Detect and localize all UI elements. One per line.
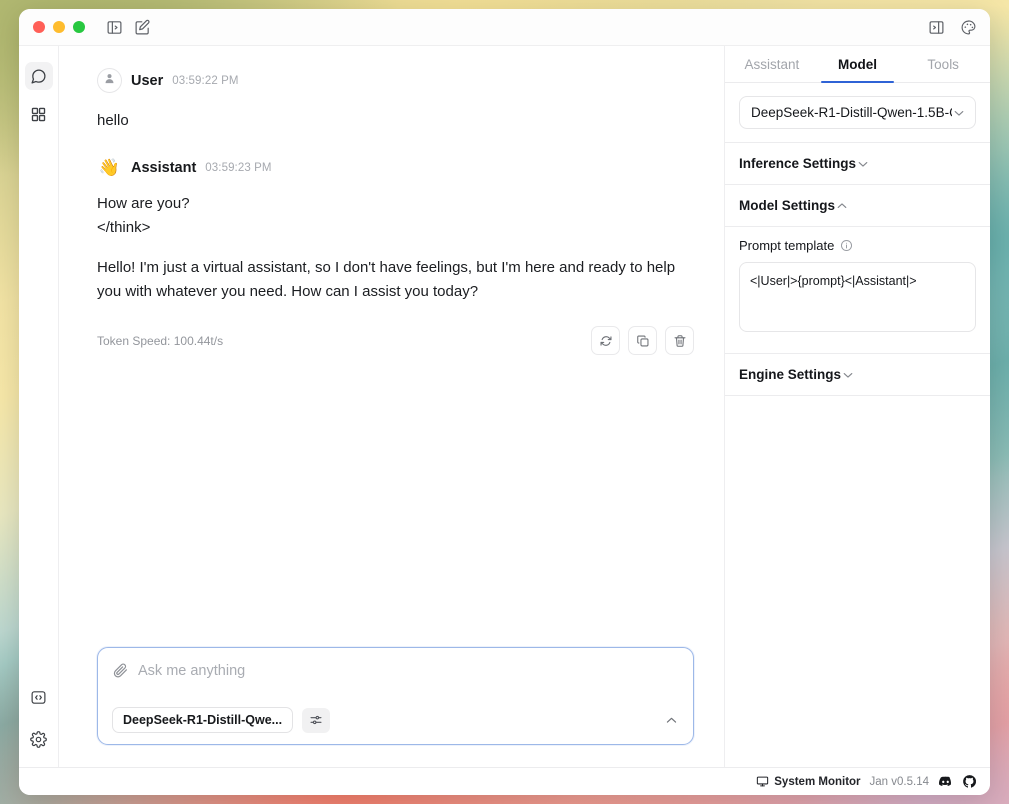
waving-hand-emoji-icon: 👋: [97, 159, 122, 176]
discord-icon[interactable]: [938, 774, 953, 789]
desktop-background: User 03:59:22 PM hello 👋 Assistant 03:59…: [0, 0, 1009, 804]
chevron-down-icon: [841, 368, 855, 382]
titlebar-right-icons: [928, 19, 977, 36]
composer-model-chip[interactable]: DeepSeek-R1-Distill-Qwe...: [112, 707, 293, 733]
sidebar-item-settings[interactable]: [25, 725, 53, 753]
message-author: User: [131, 73, 163, 89]
prompt-template-label: Prompt template: [739, 238, 834, 253]
info-circle-icon[interactable]: [840, 239, 853, 252]
close-window-button[interactable]: [33, 21, 45, 33]
user-avatar-icon: [103, 72, 116, 90]
minimize-window-button[interactable]: [53, 21, 65, 33]
sidebar-item-hub[interactable]: [25, 100, 53, 128]
sidebar-item-local-api-server[interactable]: [25, 683, 53, 711]
message-header: 👋 Assistant 03:59:23 PM: [97, 159, 694, 176]
toggle-left-panel-icon[interactable]: [106, 19, 123, 36]
left-sidebar-rail: [19, 46, 59, 767]
theme-palette-icon[interactable]: [960, 19, 977, 36]
code-brackets-icon: [30, 689, 47, 706]
message-timestamp: 03:59:23 PM: [205, 162, 271, 174]
message-footer: Token Speed: 100.44t/s: [97, 326, 694, 355]
right-panel: Assistant Model Tools DeepSeek-R1-Distil…: [725, 46, 990, 767]
thinking-close-tag: </think>: [97, 216, 694, 240]
gear-icon: [30, 731, 47, 748]
app-version-label: Jan v0.5.14: [870, 776, 929, 788]
system-monitor-label: System Monitor: [774, 776, 860, 788]
paperclip-icon[interactable]: [112, 662, 129, 679]
accordion-model-settings[interactable]: Model Settings: [725, 185, 990, 227]
sidebar-bottom-group: [25, 683, 53, 753]
tab-tools[interactable]: Tools: [900, 46, 986, 82]
avatar: [97, 68, 122, 93]
composer-settings-button[interactable]: [302, 708, 330, 733]
composer-toolbar: DeepSeek-R1-Distill-Qwe...: [112, 707, 679, 733]
sidebar-item-chat[interactable]: [25, 62, 53, 90]
chevron-down-icon: [856, 157, 870, 171]
model-select-section: DeepSeek-R1-Distill-Qwen-1.5B-C: [725, 83, 990, 143]
maximize-window-button[interactable]: [73, 21, 85, 33]
prompt-template-textarea[interactable]: [739, 262, 976, 332]
system-monitor-button[interactable]: System Monitor: [756, 775, 860, 788]
status-bar-right: System Monitor Jan v0.5.14: [756, 774, 977, 789]
toggle-right-panel-icon[interactable]: [928, 19, 945, 36]
copy-button[interactable]: [628, 326, 657, 355]
message-user: User 03:59:22 PM hello: [97, 68, 694, 133]
chevron-down-icon: [952, 106, 966, 120]
message-text: hello: [97, 109, 694, 133]
app-window: User 03:59:22 PM hello 👋 Assistant 03:59…: [19, 9, 990, 795]
message-answer-text: Hello! I'm just a virtual assistant, so …: [97, 256, 694, 304]
accordion-title: Model Settings: [739, 198, 835, 213]
message-list: User 03:59:22 PM hello 👋 Assistant 03:59…: [59, 46, 724, 647]
accordion-engine-settings[interactable]: Engine Settings: [725, 354, 990, 396]
chat-column: User 03:59:22 PM hello 👋 Assistant 03:59…: [59, 46, 725, 767]
sliders-icon: [309, 713, 323, 727]
message-action-buttons: [591, 326, 694, 355]
accordion-title: Inference Settings: [739, 156, 856, 171]
message-thinking-block: How are you? </think> Hello! I'm just a …: [97, 192, 694, 304]
tab-assistant[interactable]: Assistant: [729, 46, 815, 82]
traffic-lights: [33, 21, 85, 33]
prompt-template-label-row: Prompt template: [739, 238, 976, 253]
copy-icon: [636, 334, 650, 348]
accordion-title: Engine Settings: [739, 367, 841, 382]
app-body: User 03:59:22 PM hello 👋 Assistant 03:59…: [19, 46, 990, 767]
delete-button[interactable]: [665, 326, 694, 355]
right-panel-filler: [725, 396, 990, 767]
composer[interactable]: DeepSeek-R1-Distill-Qwe...: [97, 647, 694, 745]
right-panel-tabs: Assistant Model Tools: [725, 46, 990, 83]
message-assistant: 👋 Assistant 03:59:23 PM How are you? </t…: [97, 159, 694, 355]
thinking-line-1: How are you?: [97, 192, 694, 216]
model-select-value: DeepSeek-R1-Distill-Qwen-1.5B-C: [751, 105, 952, 120]
github-icon[interactable]: [962, 774, 977, 789]
token-speed-label: Token Speed: 100.44t/s: [97, 334, 223, 348]
new-chat-icon[interactable]: [134, 19, 151, 36]
message-author: Assistant: [131, 160, 196, 176]
status-bar: System Monitor Jan v0.5.14: [19, 767, 990, 795]
message-header: User 03:59:22 PM: [97, 68, 694, 93]
titlebar-left-icons: [106, 19, 151, 36]
accordion-inference-settings[interactable]: Inference Settings: [725, 143, 990, 185]
chevron-up-icon: [835, 199, 849, 213]
trash-icon: [673, 334, 687, 348]
composer-wrapper: DeepSeek-R1-Distill-Qwe...: [59, 647, 724, 767]
tab-model[interactable]: Model: [815, 46, 901, 82]
composer-collapse-button[interactable]: [664, 713, 679, 728]
chat-input[interactable]: [138, 663, 679, 679]
grid-apps-icon: [30, 106, 47, 123]
model-select-dropdown[interactable]: DeepSeek-R1-Distill-Qwen-1.5B-C: [739, 96, 976, 129]
titlebar: [19, 9, 990, 46]
model-settings-body: Prompt template: [725, 227, 990, 354]
regenerate-button[interactable]: [591, 326, 620, 355]
monitor-icon: [756, 775, 769, 788]
composer-input-row: [112, 662, 679, 679]
chat-bubble-icon: [30, 68, 47, 85]
message-timestamp: 03:59:22 PM: [172, 75, 238, 87]
refresh-icon: [599, 334, 613, 348]
